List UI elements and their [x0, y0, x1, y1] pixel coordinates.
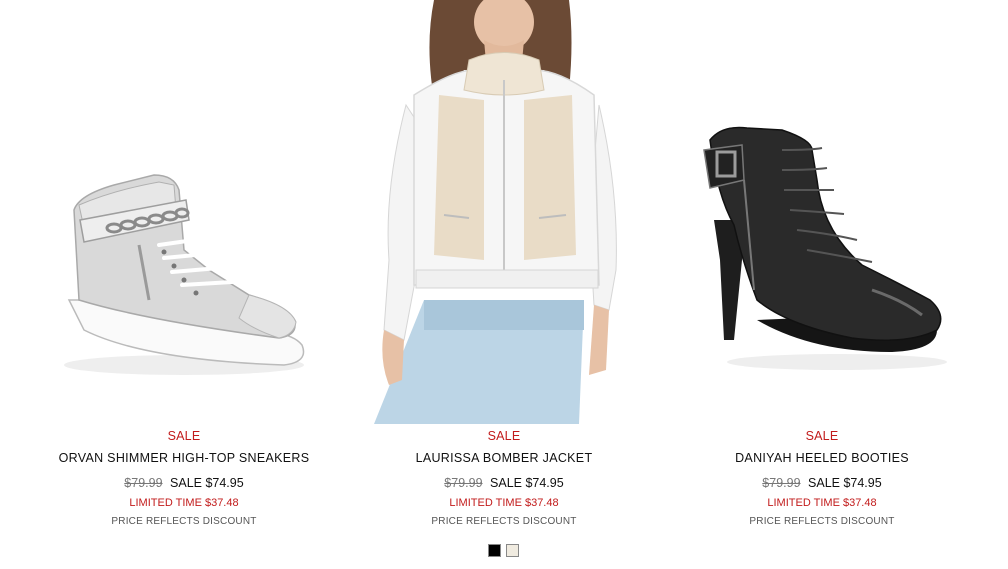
product-name-link[interactable]: DANIYAH HEELED BOOTIES — [662, 449, 982, 467]
price-note: PRICE REFLECTS DISCOUNT — [431, 516, 577, 527]
sale-tag: SALE — [487, 429, 521, 443]
color-swatch-cream[interactable] — [506, 544, 519, 557]
product-image[interactable] — [24, 0, 344, 424]
price-note: PRICE REFLECTS DISCOUNT — [111, 516, 257, 527]
product-card: SALE LAURISSA BOMBER JACKET $79.99 SALE … — [344, 0, 664, 540]
product-info: SALE ORVAN SHIMMER HIGH-TOP SNEAKERS $79… — [24, 424, 344, 530]
original-price: $79.99 — [444, 476, 483, 490]
price-line: $79.99 SALE $74.95 — [344, 474, 664, 492]
limited-time-price: LIMITED TIME $37.48 — [129, 497, 239, 509]
sale-price: SALE $74.95 — [170, 476, 244, 490]
sale-tag: SALE — [167, 429, 201, 443]
original-price: $79.99 — [124, 476, 163, 490]
sneaker-image — [64, 174, 305, 375]
product-info: SALE LAURISSA BOMBER JACKET $79.99 SALE … — [344, 424, 664, 530]
product-name-link[interactable]: ORVAN SHIMMER HIGH-TOP SNEAKERS — [24, 449, 344, 467]
product-card: SALE DANIYAH HEELED BOOTIES $79.99 SALE … — [662, 0, 982, 540]
limited-time-price: LIMITED TIME $37.48 — [449, 497, 559, 509]
product-info: SALE DANIYAH HEELED BOOTIES $79.99 SALE … — [662, 424, 982, 530]
sale-tag: SALE — [805, 429, 839, 443]
sale-price: SALE $74.95 — [808, 476, 882, 490]
original-price: $79.99 — [762, 476, 801, 490]
product-name-link[interactable]: LAURISSA BOMBER JACKET — [344, 449, 664, 467]
color-swatches — [488, 544, 519, 557]
sale-price: SALE $74.95 — [490, 476, 564, 490]
product-grid: SALE ORVAN SHIMMER HIGH-TOP SNEAKERS $79… — [0, 0, 1008, 540]
product-card: SALE ORVAN SHIMMER HIGH-TOP SNEAKERS $79… — [24, 0, 344, 540]
color-swatch-black[interactable] — [488, 544, 501, 557]
price-line: $79.99 SALE $74.95 — [24, 474, 344, 492]
limited-time-price: LIMITED TIME $37.48 — [767, 497, 877, 509]
bootie-image — [703, 126, 947, 370]
product-image[interactable] — [344, 0, 664, 424]
product-image[interactable] — [662, 0, 982, 424]
price-line: $79.99 SALE $74.95 — [662, 474, 982, 492]
price-note: PRICE REFLECTS DISCOUNT — [749, 516, 895, 527]
jacket-model-image — [374, 0, 617, 424]
